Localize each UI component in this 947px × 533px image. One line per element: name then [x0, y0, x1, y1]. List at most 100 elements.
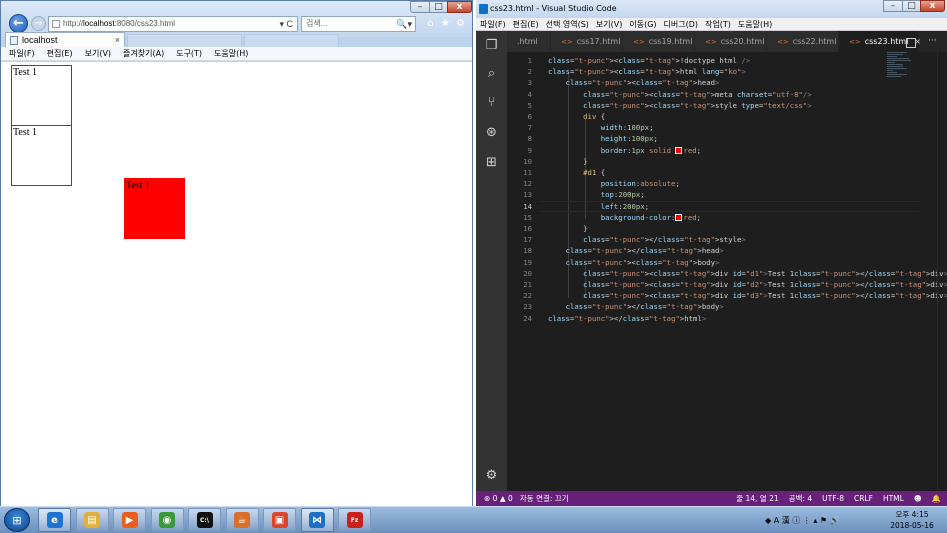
- explorer-files-icon[interactable]: ❐: [484, 38, 499, 53]
- menu-help[interactable]: 도움말(H): [738, 19, 772, 30]
- menu-favorites[interactable]: 즐겨찾기(A): [123, 48, 164, 59]
- menu-debug[interactable]: 디버그(D): [664, 19, 698, 30]
- menu-edit[interactable]: 편집(E): [47, 48, 73, 59]
- feedback-smiley-icon[interactable]: ☻: [914, 491, 922, 506]
- taskbar-java-button[interactable]: ☕: [225, 508, 259, 532]
- code-line[interactable]: 21 class="t-punc"><class="t-tag">div id=…: [507, 279, 947, 290]
- code-line[interactable]: 9 border:1px solid red;: [507, 145, 947, 156]
- line-number: 14: [523, 201, 532, 211]
- clock[interactable]: 오후 4:15 2018-05-16: [886, 509, 938, 531]
- code-line[interactable]: 8 height:100px;: [507, 133, 947, 144]
- forward-arrow-icon[interactable]: →: [31, 16, 46, 31]
- code-line[interactable]: 3 class="t-punc"><class="t-tag">head>: [507, 77, 947, 88]
- line-number: 19: [523, 257, 532, 267]
- taskbar-vscode-button[interactable]: ⋈: [300, 508, 334, 532]
- extensions-icon[interactable]: ⊞: [484, 155, 499, 170]
- taskbar-internet-explorer-button[interactable]: e: [38, 508, 71, 532]
- editor-tab[interactable]: .html: [507, 31, 551, 52]
- gear-icon[interactable]: ⚙: [454, 17, 467, 30]
- minimize-button[interactable]: –: [410, 1, 430, 13]
- language-mode[interactable]: HTML: [883, 491, 904, 506]
- code-line[interactable]: 6 div {: [507, 111, 947, 122]
- taskbar-eclipse-editor-button[interactable]: ▣: [263, 508, 296, 532]
- close-button[interactable]: x: [447, 1, 472, 13]
- ie-menubar: 파일(F) 편집(E) 보기(V) 즐겨찾기(A) 도구(T) 도움말(H): [1, 47, 472, 61]
- code-line[interactable]: 20 class="t-punc"><class="t-tag">div id=…: [507, 268, 947, 279]
- taskbar-media-player-button[interactable]: ▶: [113, 508, 146, 532]
- code-line[interactable]: 17 class="t-punc"></class="t-tag">style>: [507, 234, 947, 245]
- menu-tasks[interactable]: 작업(T): [705, 19, 731, 30]
- code-line[interactable]: 1 class="t-punc"><class="t-tag">!doctype …: [507, 55, 947, 66]
- address-bar[interactable]: http://localhost:8080/css23.html ▾ C: [48, 16, 298, 32]
- encoding-status[interactable]: UTF-8: [822, 491, 844, 506]
- minimap[interactable]: [887, 52, 937, 82]
- code-line[interactable]: 12 position:absolute;: [507, 178, 947, 189]
- code-line[interactable]: 14 left:200px;: [507, 200, 947, 212]
- menu-go[interactable]: 이동(G): [629, 19, 656, 30]
- menu-view[interactable]: 보기(V): [85, 48, 111, 59]
- source-control-icon[interactable]: ⑂: [484, 95, 499, 110]
- minimize-button[interactable]: –: [883, 0, 903, 12]
- menu-edit[interactable]: 편집(E): [513, 19, 539, 30]
- tab-faded[interactable]: [244, 34, 339, 47]
- cursor-position[interactable]: 줄 14, 열 21: [736, 491, 778, 506]
- editor-tab[interactable]: <> css22.html: [767, 31, 839, 52]
- bell-icon[interactable]: 🔔: [932, 491, 941, 506]
- menu-file[interactable]: 파일(F): [9, 48, 35, 59]
- code-line[interactable]: 18 class="t-punc"></class="t-tag">head>: [507, 245, 947, 256]
- taskbar-command-prompt-button[interactable]: C:\: [188, 508, 221, 532]
- close-button[interactable]: x: [920, 0, 945, 12]
- code-line[interactable]: 19 class="t-punc"><class="t-tag">body>: [507, 257, 947, 268]
- gear-icon[interactable]: ⚙: [484, 468, 499, 483]
- editor-tab[interactable]: <> css17.html: [551, 31, 623, 52]
- code-line[interactable]: 22 class="t-punc"><class="t-tag">div id=…: [507, 290, 947, 301]
- menu-help[interactable]: 도움말(H): [214, 48, 248, 59]
- debug-icon[interactable]: ⊛: [484, 125, 499, 140]
- close-icon[interactable]: ×: [115, 33, 120, 47]
- line-number: 17: [523, 235, 532, 245]
- code-line[interactable]: 23 class="t-punc"></class="t-tag">body>: [507, 301, 947, 312]
- code-line[interactable]: 11 #d1 {: [507, 167, 947, 178]
- code-text: #d1 {: [583, 168, 606, 177]
- autoconnect-status[interactable]: 자동 연결: 끄기: [520, 494, 569, 503]
- maximize-button[interactable]: □: [902, 0, 921, 12]
- menu-view[interactable]: 보기(V): [596, 19, 622, 30]
- menu-tools[interactable]: 도구(T): [176, 48, 202, 59]
- search-icon[interactable]: ⌕: [484, 66, 499, 81]
- menu-file[interactable]: 파일(F): [480, 19, 506, 30]
- tab-localhost[interactable]: localhost ×: [5, 32, 125, 48]
- taskbar-chrome-button[interactable]: ◉: [150, 508, 184, 532]
- code-line[interactable]: 2 class="t-punc"><class="t-tag">html lang…: [507, 66, 947, 77]
- taskbar-file-explorer-button[interactable]: ▤: [75, 508, 109, 532]
- page-icon: [10, 36, 18, 45]
- code-line[interactable]: 4 class="t-punc"><class="t-tag">meta cha…: [507, 89, 947, 100]
- code-text: class="t-punc"><class="t-tag">style type…: [583, 100, 812, 110]
- search-icon[interactable]: 🔍▾: [396, 17, 412, 31]
- refresh-icon[interactable]: ▾ C: [279, 17, 293, 31]
- indentation-status[interactable]: 공백: 4: [789, 491, 812, 506]
- start-button[interactable]: ⊞: [4, 508, 30, 532]
- editor-tab[interactable]: <> css20.html: [695, 31, 767, 52]
- problems-indicator[interactable]: ⊗ 0 ▲ 0: [484, 494, 513, 503]
- code-editor[interactable]: 1 class="t-punc"><class="t-tag">!doctype …: [507, 52, 947, 491]
- code-line[interactable]: 24 class="t-punc"></class="t-tag">html>: [507, 313, 947, 324]
- eol-status[interactable]: CRLF: [854, 491, 873, 506]
- code-line[interactable]: 5 class="t-punc"><class="t-tag">style ty…: [507, 100, 947, 111]
- editor-scrollbar[interactable]: [937, 52, 947, 491]
- home-icon[interactable]: ⌂: [424, 17, 437, 30]
- split-editor-icon[interactable]: [906, 38, 916, 48]
- tab-faded[interactable]: [127, 34, 242, 47]
- code-line[interactable]: 10 }: [507, 156, 947, 167]
- maximize-button[interactable]: □: [429, 1, 448, 13]
- search-input[interactable]: 검색... 🔍▾: [301, 16, 416, 32]
- code-line[interactable]: 13 top:200px;: [507, 189, 947, 200]
- menu-selection[interactable]: 선택 영역(S): [546, 19, 589, 30]
- star-icon[interactable]: ★: [439, 17, 452, 30]
- system-tray[interactable]: ◆ A 漢 ⓘ ⋮ ▴ ⚑ 🔊: [765, 510, 840, 530]
- code-line[interactable]: 7 width:100px;: [507, 122, 947, 133]
- code-line[interactable]: 16 }: [507, 223, 947, 234]
- code-line[interactable]: 15 background-color: red;: [507, 212, 947, 223]
- editor-tab[interactable]: <> css19.html: [623, 31, 695, 52]
- more-actions-icon[interactable]: ···: [928, 36, 937, 46]
- taskbar-filezilla-button[interactable]: Fz: [338, 508, 371, 532]
